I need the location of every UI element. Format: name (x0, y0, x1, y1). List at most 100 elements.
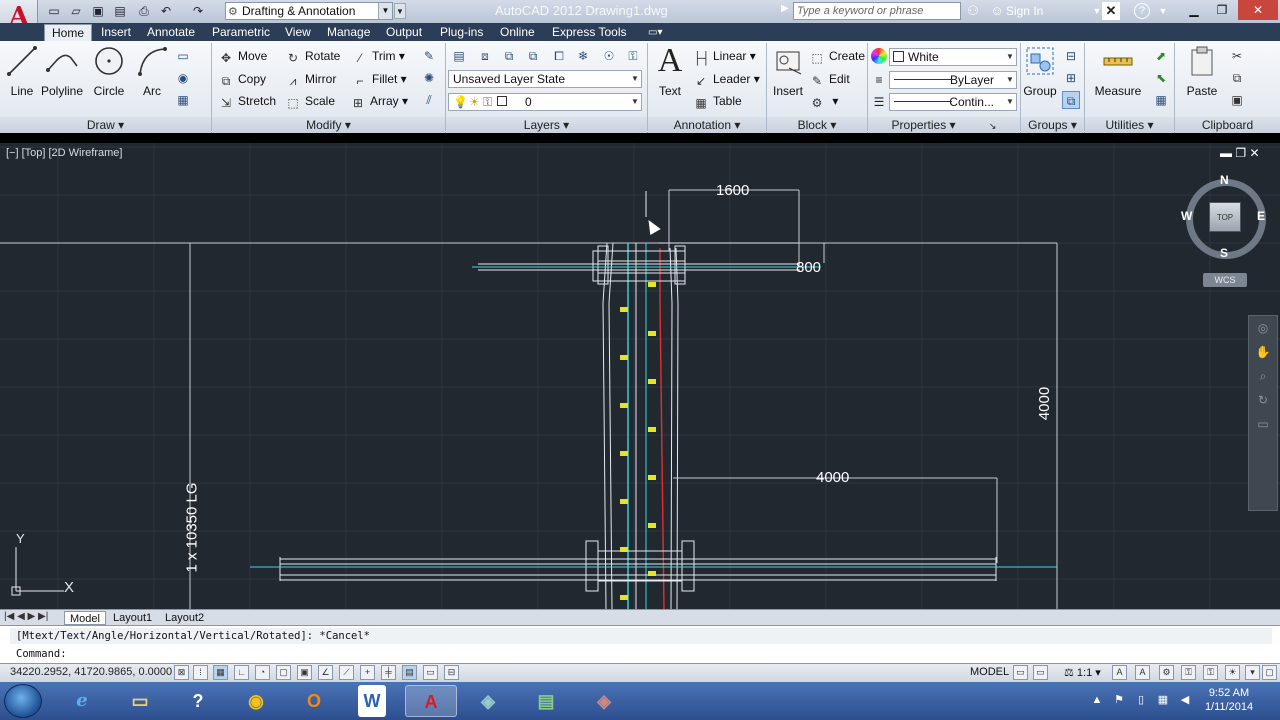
search-expand-icon[interactable]: ▶ (781, 3, 789, 14)
undo-icon[interactable]: ↶ (158, 3, 174, 19)
insert-block-tool[interactable]: Insert (766, 44, 810, 98)
tab-navigation-icons[interactable]: |◀ ◀ ▶ ▶| (4, 611, 48, 622)
viewcube-top-face[interactable]: TOP (1209, 202, 1241, 232)
ortho-mode-toggle[interactable]: ∟ (234, 665, 249, 680)
close-window-button[interactable]: ✕ (1238, 0, 1278, 20)
plot-icon[interactable]: ⎙ (136, 3, 152, 19)
gradient-icon[interactable]: ▦ (174, 91, 192, 109)
coordinate-readout[interactable]: 34220.2952, 41720.9865, 0.0000 (10, 666, 172, 678)
block-panel-title[interactable]: Block ▾ (767, 117, 867, 133)
tab-layout1[interactable]: Layout1 (108, 611, 157, 625)
chrome-icon[interactable]: ◉ (230, 685, 282, 717)
internet-explorer-icon[interactable]: e (56, 685, 108, 717)
grid-display-toggle[interactable]: ▦ (213, 665, 228, 680)
sign-in-button[interactable]: Sign In (1006, 4, 1043, 18)
layer-freeze-icon[interactable]: ❄ (574, 47, 592, 65)
layers-panel-title[interactable]: Layers ▾ (446, 117, 647, 133)
app-icon-1[interactable]: ◈ (462, 685, 514, 717)
mirror-tool[interactable]: ⩘ Mirror (285, 70, 337, 88)
edit-block-tool[interactable]: ✎ Edit (809, 70, 850, 88)
trim-tool[interactable]: ⁄ Trim ▾ (352, 47, 405, 65)
polar-tracking-toggle[interactable]: ◔ (255, 665, 270, 680)
array-tool[interactable]: ⊞ Array ▾ (350, 92, 408, 110)
flag-icon[interactable]: ⚑ (1112, 693, 1126, 707)
lineweight-toggle[interactable]: ╪ (381, 665, 396, 680)
3d-object-snap-toggle[interactable]: ▣ (297, 665, 312, 680)
annotation-visibility-icon[interactable]: A (1112, 665, 1127, 680)
annotation-panel-title[interactable]: Annotation ▾ (648, 117, 766, 133)
rectangle-icon[interactable]: ▭ (174, 47, 192, 65)
drawing-canvas[interactable]: 1600 800 4000 4000 1 x 10350 LG Y X TOP … (0, 143, 1280, 609)
copy-tool[interactable]: ⧉ Copy (218, 70, 266, 88)
offset-icon[interactable]: ⫽ (420, 91, 438, 109)
id-point-icon[interactable]: ⬉ (1152, 69, 1170, 87)
tab-model[interactable]: Model (64, 611, 106, 625)
draw-panel-title[interactable]: Draw ▾ (0, 117, 211, 133)
new-file-icon[interactable]: ▭ (46, 3, 62, 19)
tab-parametric[interactable]: Parametric (205, 24, 277, 41)
modify-panel-title[interactable]: Modify ▾ (212, 117, 445, 133)
viewcube-west[interactable]: W (1181, 209, 1192, 223)
help-app-icon[interactable]: ? (172, 685, 224, 717)
autocad-taskbar-icon[interactable]: A (405, 685, 457, 717)
tab-express-tools[interactable]: Express Tools (545, 24, 633, 41)
viewcube-north[interactable]: N (1220, 173, 1229, 187)
viewport-controls-label[interactable]: [−] [Top] [2D Wireframe] (6, 147, 122, 159)
tray-app-icon[interactable]: ▯ (1134, 693, 1148, 707)
app-icon-2[interactable]: ▤ (520, 685, 572, 717)
copy-clip-icon[interactable]: ⧉ (1228, 69, 1246, 87)
groups-panel-title[interactable]: Groups ▾ (1021, 117, 1084, 133)
selection-cycling-toggle[interactable]: ⊟ (444, 665, 459, 680)
application-status-menu-icon[interactable]: ▾ (1245, 665, 1260, 680)
circle-tool[interactable]: Circle (87, 44, 131, 98)
help-dropdown-icon[interactable]: ▼ (1154, 2, 1172, 20)
tab-online[interactable]: Online (493, 24, 542, 41)
viewcube-south[interactable]: S (1220, 246, 1228, 260)
fillet-tool[interactable]: ⌐ Fillet ▾ (352, 70, 406, 88)
layer-properties-icon[interactable]: ▤ (450, 47, 468, 65)
cut-icon[interactable]: ✂ (1228, 47, 1246, 65)
snap-mode-toggle[interactable]: ⁞ (193, 665, 208, 680)
tab-plugins[interactable]: Plug-ins (433, 24, 490, 41)
showmotion-icon[interactable]: ▭ (1249, 412, 1277, 436)
infer-constraints-toggle[interactable]: ⊠ (174, 665, 189, 680)
workspace-switching-icon[interactable]: ⚙ (1159, 665, 1174, 680)
create-block-tool[interactable]: ⬚ Create (809, 47, 865, 65)
linetype-dropdown[interactable]: Contin... ▼ (889, 93, 1017, 111)
system-clock[interactable]: 9:52 AM 1/11/2014 (1200, 686, 1258, 714)
tab-annotate[interactable]: Annotate (140, 24, 202, 41)
isolate-objects-icon[interactable]: ☀ (1225, 665, 1240, 680)
redo-icon[interactable]: ↷ (190, 3, 206, 19)
save-as-icon[interactable]: ▤ (112, 3, 128, 19)
auto-scale-icon[interactable]: A (1135, 665, 1150, 680)
help-icon[interactable]: ? (1134, 3, 1150, 19)
linear-dim-tool[interactable]: ├┤ Linear ▾ (693, 47, 756, 65)
viewport-window-controls[interactable]: ▬ ❐ ✕ (1220, 146, 1260, 160)
object-snap-toggle[interactable]: ▢ (276, 665, 291, 680)
dynamic-ucs-toggle[interactable]: ⟋ (339, 665, 354, 680)
qat-dropdown-icon[interactable]: ▼ (394, 3, 406, 19)
lineweight-icon[interactable]: ≡ (870, 71, 888, 89)
word-icon[interactable]: W (358, 685, 386, 717)
model-space-button[interactable]: MODEL (970, 666, 1009, 678)
start-button[interactable] (4, 684, 42, 718)
tray-expand-icon[interactable]: ▲ (1090, 693, 1104, 707)
transparency-toggle[interactable]: ▤ (402, 665, 417, 680)
tab-home[interactable]: Home (44, 24, 93, 41)
erase-icon[interactable]: ✎ (420, 47, 438, 65)
move-tool[interactable]: ✥ Move (218, 47, 267, 65)
table-tool[interactable]: ▦ Table (693, 92, 741, 110)
command-input[interactable]: Command: (10, 646, 1272, 662)
workspace-dropdown[interactable]: ⚙ Drafting & Annotation ▼ (225, 2, 393, 20)
clipboard-panel-title[interactable]: Clipboard (1175, 117, 1280, 133)
color-wheel-icon[interactable] (871, 48, 887, 64)
minimize-button[interactable]: ▁ (1180, 0, 1208, 20)
restore-button[interactable]: ❐ (1208, 0, 1236, 20)
tab-output[interactable]: Output (379, 24, 429, 41)
tab-insert[interactable]: Insert (94, 24, 138, 41)
annotation-scale[interactable]: ⚖ 1:1 ▾ (1064, 666, 1101, 679)
group-edit-icon[interactable]: ⊞ (1062, 69, 1080, 87)
steering-wheel-icon[interactable]: ◎ (1249, 316, 1277, 340)
group-tool[interactable]: Group (1018, 44, 1062, 98)
hardware-acceleration-icon[interactable]: ⚿ (1203, 665, 1218, 680)
